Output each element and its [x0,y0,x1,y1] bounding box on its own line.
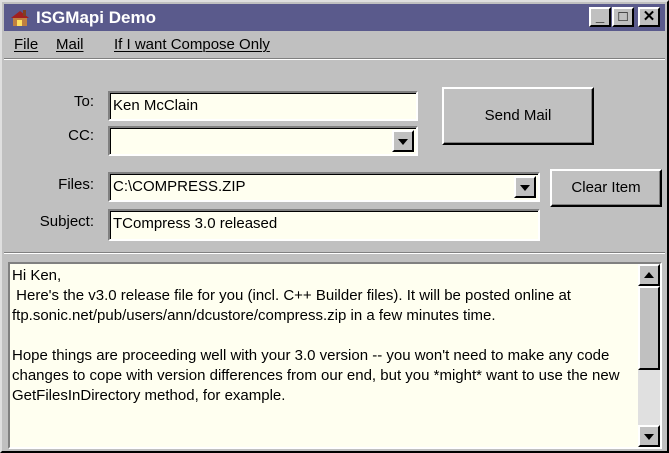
scroll-down-button[interactable] [638,425,660,447]
send-mail-button[interactable]: Send Mail [442,87,594,145]
title-bar[interactable]: ISGMapi Demo _ □ ✕ [4,4,665,31]
close-button[interactable]: ✕ [638,7,660,27]
subject-field[interactable]: TCompress 3.0 released [108,209,540,241]
menu-mail[interactable]: Mail [56,36,84,53]
menu-bar: File Mail If I want Compose Only [4,32,665,58]
app-icon [11,10,29,26]
scroll-thumb[interactable] [638,286,660,370]
menu-separator [4,58,665,60]
to-label: To: [73,93,94,110]
menu-file[interactable]: File [14,36,38,53]
subject-label: Subject: [39,213,94,230]
maximize-button[interactable]: □ [612,7,634,27]
app-window: ISGMapi Demo _ □ ✕ File Mail If I want C… [0,0,669,453]
files-combobox[interactable]: C:\COMPRESS.ZIP [108,172,540,202]
cc-label: CC: [68,127,94,144]
files-label: Files: [58,176,94,193]
menu-compose-only[interactable]: If I want Compose Only [114,36,270,53]
message-scrollbar[interactable] [638,264,660,447]
form-separator [4,252,665,254]
window-title: ISGMapi Demo [36,8,156,27]
message-text: Hi Ken, Here's the v3.0 release file for… [12,267,620,404]
minimize-button[interactable]: _ [589,7,611,27]
cc-combobox[interactable] [108,126,418,156]
files-dropdown-button[interactable] [514,176,536,198]
scroll-up-button[interactable] [638,264,660,286]
to-field[interactable]: Ken McClain [108,91,418,121]
message-body[interactable]: Hi Ken, Here's the v3.0 release file for… [8,262,662,449]
cc-dropdown-button[interactable] [392,130,414,152]
clear-item-button[interactable]: Clear Item [550,169,662,207]
